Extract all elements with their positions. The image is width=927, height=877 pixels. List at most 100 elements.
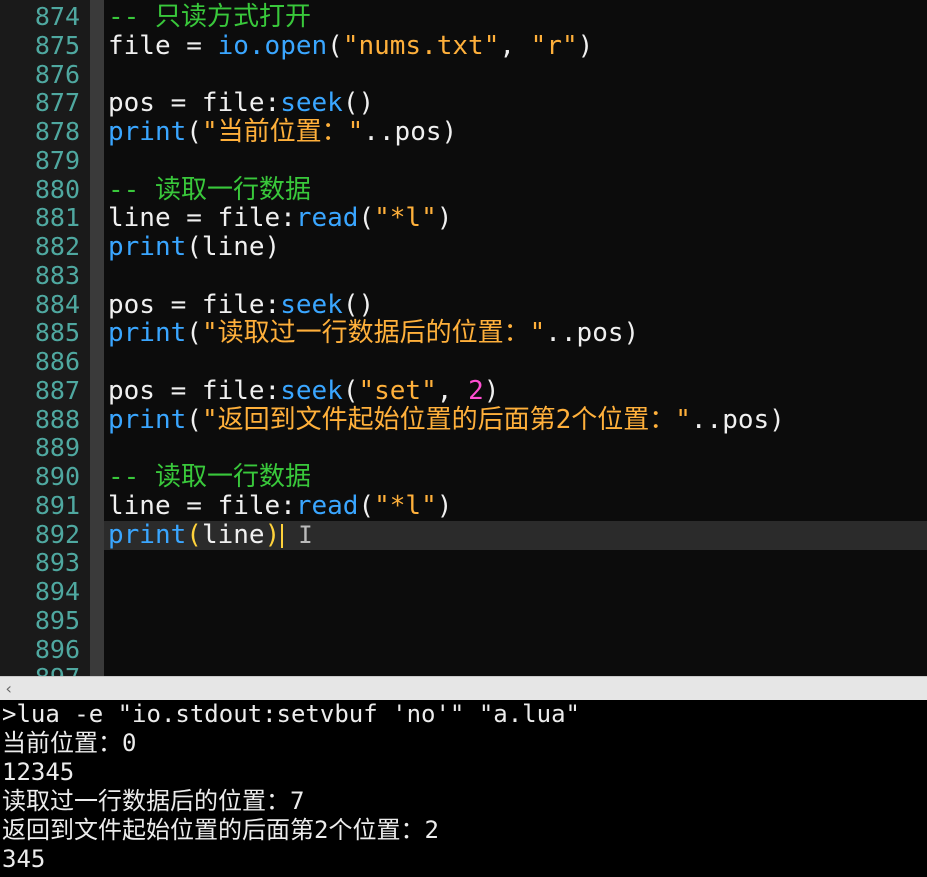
line-number: 888 xyxy=(34,404,80,434)
code-token: (line) xyxy=(186,232,281,262)
line-number: 881 xyxy=(34,203,80,233)
line-number: 880 xyxy=(34,174,80,204)
code-token: ( xyxy=(358,490,375,521)
line-number: 893 xyxy=(34,548,80,578)
line-number: 891 xyxy=(34,490,80,520)
code-line[interactable]: pos = file:seek("set", 2) xyxy=(108,375,500,406)
code-token: -- 只读方式打开 xyxy=(108,2,311,32)
code-line[interactable]: print(line) xyxy=(108,519,281,550)
ibeam-cursor-icon: I xyxy=(298,520,313,549)
code-token: print xyxy=(108,519,187,550)
code-token: read xyxy=(295,490,359,521)
horizontal-scrollbar[interactable]: ‹ xyxy=(0,676,927,701)
code-token: "*l" xyxy=(374,203,437,234)
code-line[interactable]: -- 只读方式打开 xyxy=(108,3,311,32)
code-token: () xyxy=(342,88,375,119)
output-console[interactable]: >lua -e "io.stdout:setvbuf 'no'" "a.lua"… xyxy=(0,700,927,877)
code-token: ) xyxy=(483,375,500,406)
code-token: seek xyxy=(280,375,343,406)
code-token: print xyxy=(108,117,187,147)
code-token: 2 xyxy=(468,375,484,406)
line-number: 890 xyxy=(34,462,80,491)
code-token: "当前位置：" xyxy=(201,117,364,147)
code-line[interactable]: file = io.open("nums.txt", "r") xyxy=(108,30,594,61)
code-token: line xyxy=(201,519,265,550)
code-token: "set" xyxy=(358,375,437,406)
line-number: 897 xyxy=(0,663,80,676)
code-token: "r" xyxy=(530,30,578,61)
code-token: ( xyxy=(186,318,202,349)
code-editor[interactable]: 874 875 876 877 878 879 880 881 882 883 884 885 886 8… xyxy=(0,0,927,676)
line-number: 878 xyxy=(34,117,80,146)
code-token: -- 读取一行数据 xyxy=(108,462,311,492)
code-token: ( xyxy=(186,404,202,435)
line-number: 876 xyxy=(34,59,80,89)
code-token: ( xyxy=(186,519,202,550)
code-line[interactable]: print("当前位置："..pos) xyxy=(108,118,457,147)
code-line[interactable]: pos = file:seek() xyxy=(108,89,374,118)
code-token: ) xyxy=(264,519,281,550)
line-number: 895 xyxy=(34,605,80,635)
code-token: "nums.txt" xyxy=(342,30,500,61)
code-token: ( xyxy=(327,30,343,61)
code-token: "返回到文件起始位置的后面第2个位置：" xyxy=(201,404,691,435)
code-token: , xyxy=(436,375,469,406)
code-token: pos = file: xyxy=(108,88,281,119)
code-token: file = xyxy=(108,30,218,61)
code-token: pos = file: xyxy=(108,375,281,406)
line-number: 892 xyxy=(34,519,80,549)
code-token: line = file: xyxy=(108,203,296,234)
code-token: pos = file: xyxy=(108,289,281,320)
line-number: 894 xyxy=(34,577,80,606)
line-number: 885 xyxy=(34,318,80,348)
line-number-gutter: 874 875 876 877 878 879 880 881 882 883 884 885 886 8… xyxy=(0,0,90,676)
line-number: 886 xyxy=(34,347,80,376)
line-number: 879 xyxy=(34,145,80,175)
fold-margin[interactable] xyxy=(90,0,104,676)
line-number: 883 xyxy=(34,260,80,290)
code-token: () xyxy=(342,289,375,320)
code-line[interactable]: -- 读取一行数据 xyxy=(108,174,311,205)
code-token: ( xyxy=(186,117,202,147)
code-token: seek xyxy=(280,289,343,320)
code-line[interactable]: line = file:read("*l") xyxy=(108,490,453,521)
code-line[interactable]: print("读取过一行数据后的位置："..pos) xyxy=(108,319,639,348)
code-token: print xyxy=(108,318,187,349)
code-token: ( xyxy=(358,203,375,234)
console-output-line: 345 xyxy=(2,845,46,873)
console-output-line: 12345 xyxy=(2,758,75,786)
code-token: "*l" xyxy=(374,490,437,521)
line-number: 887 xyxy=(34,375,80,405)
line-number: 884 xyxy=(34,289,80,319)
code-token: print xyxy=(108,404,187,435)
line-number: 874 xyxy=(34,2,80,31)
code-line[interactable]: print(line) xyxy=(108,233,280,262)
code-line[interactable]: pos = file:seek() xyxy=(108,289,375,320)
code-line[interactable]: line = file:read("*l") xyxy=(108,204,452,233)
code-token: -- 读取一行数据 xyxy=(108,174,311,205)
code-token: ..pos) xyxy=(363,117,458,147)
line-number: 889 xyxy=(34,433,80,463)
console-command: >lua -e "io.stdout:setvbuf 'no'" "a.lua" xyxy=(2,700,580,728)
code-line[interactable]: -- 读取一行数据 xyxy=(108,463,311,492)
line-number: 877 xyxy=(34,88,80,118)
console-output-line: 读取过一行数据后的位置：7 xyxy=(2,787,305,815)
code-token: seek xyxy=(280,88,343,119)
text-caret xyxy=(281,523,284,548)
console-output-line: 返回到文件起始位置的后面第2个位置：2 xyxy=(2,816,439,844)
code-token: ..pos) xyxy=(690,404,785,435)
code-token: io.open xyxy=(217,30,328,61)
console-output-line: 当前位置：0 xyxy=(2,729,137,757)
line-number: 896 xyxy=(34,634,80,664)
code-token: line = file: xyxy=(108,490,296,521)
code-token: print xyxy=(108,232,187,262)
code-token: , xyxy=(499,30,531,61)
code-token: ) xyxy=(577,30,594,61)
code-token: ) xyxy=(436,490,453,521)
code-token: "读取过一行数据后的位置：" xyxy=(201,318,546,349)
code-token: ( xyxy=(342,375,359,406)
chevron-left-icon[interactable]: ‹ xyxy=(4,677,14,701)
code-token: ) xyxy=(436,203,453,234)
code-token: read xyxy=(295,203,359,234)
code-line[interactable]: print("返回到文件起始位置的后面第2个位置："..pos) xyxy=(108,404,785,435)
